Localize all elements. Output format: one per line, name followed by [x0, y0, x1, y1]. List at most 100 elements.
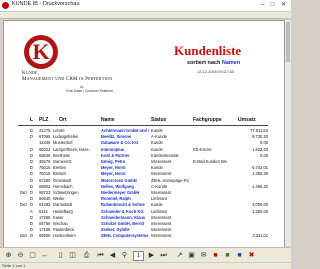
cell-fach: E-Mail Kunden Wo — [193, 159, 228, 164]
cell-x: Dez — [20, 233, 28, 239]
scrollbar-thumb[interactable] — [286, 22, 290, 62]
close-icon[interactable]: ✕ — [279, 1, 288, 9]
report-title: Kundenliste — [174, 43, 242, 58]
cell-l: D — [30, 227, 33, 233]
cell-status: Interessent — [151, 227, 172, 233]
cell-status: A-Kunde — [151, 134, 167, 140]
cell-l: D — [30, 233, 33, 239]
fit-width-icon[interactable]: ↔ — [40, 251, 49, 260]
cell-umsatz: 77.611,84 — [250, 128, 268, 133]
cell-plz: 04758 — [39, 221, 51, 226]
table-row: D 17268 Kaver Schneidermann, Klaus Interesse… — [4, 215, 284, 221]
cell-umsatz: 2.311,01 — [252, 233, 268, 239]
cell-status: Interessent — [151, 233, 172, 239]
cell-plz: 64283 — [39, 202, 51, 208]
cell-status: Interessent — [151, 159, 172, 164]
first-page-icon[interactable]: ⏮ — [96, 251, 105, 260]
cell-umsatz: 0,00 — [260, 152, 268, 158]
cell-name: Schneidermann, Klaus — [101, 214, 146, 220]
cell-name: Rommel, Ralph — [101, 196, 131, 202]
cell-status: C-Kunde — [151, 183, 168, 189]
cell-status: Kunde — [151, 140, 163, 146]
byline-line2: Einzl Daten / Customer Relations — [66, 88, 113, 93]
cell-status: Kunde — [151, 128, 163, 133]
cell-ort: Damenetz — [53, 159, 72, 164]
cell-l: D — [30, 221, 33, 226]
cell-ort: Darmstadt — [53, 202, 72, 208]
cell-umsatz: 4.250,00 — [252, 208, 268, 214]
sort-key: Namen — [221, 60, 241, 66]
cell-status: Interessent — [151, 171, 172, 177]
app-icon — [2, 2, 9, 9]
close-preview-icon[interactable]: ✖ — [247, 251, 256, 260]
cell-status: Interessent — [151, 221, 172, 226]
print-icon[interactable]: ⎙ — [82, 251, 91, 260]
cell-umsatz: 1.355,30 — [252, 171, 268, 177]
cell-name: ZEHL Computersysteme — [101, 233, 149, 239]
vertical-scrollbar[interactable] — [285, 20, 291, 246]
company-logo: K — [24, 35, 58, 69]
next-page-icon[interactable]: ▶ — [147, 251, 156, 260]
cell-x: Dez — [20, 190, 28, 195]
export-icon[interactable]: ↗ — [175, 251, 184, 260]
cell-l: A — [30, 208, 33, 214]
cell-plz: 17168 — [39, 227, 51, 233]
maximize-icon[interactable]: □ — [268, 1, 277, 9]
table-row: D 75015 Bretten Meyer, Horst Kunde 5.742,01 — [4, 165, 284, 171]
cell-plz: 66640 — [39, 196, 51, 202]
cell-l: D — [30, 183, 33, 189]
cell-ort: Ludwigshafen — [53, 134, 79, 140]
table-row: D 04758 Nischau Schulze GmbH, Bernd Interess… — [4, 221, 284, 227]
save-icon[interactable]: ▣ — [187, 251, 196, 260]
cell-umsatz: 1.460,20 — [252, 183, 268, 189]
two-pages-icon[interactable]: ◫ — [68, 251, 77, 260]
cell-ort: Bretten — [53, 171, 67, 177]
page-number-input[interactable]: 1 — [133, 251, 144, 261]
cell-name: Nelles, Wolfgang — [101, 183, 134, 189]
cell-status: Kunde — [151, 165, 163, 171]
page-search-icon[interactable]: ⚲ — [120, 251, 129, 260]
cell-status: Kunde — [151, 202, 163, 208]
top-toolbar — [0, 12, 291, 19]
byline: by Einzl Daten / Customer Relations — [66, 85, 113, 93]
zoom-out-icon[interactable]: ⊖ — [16, 251, 25, 260]
logo-letter: K — [29, 40, 53, 64]
cell-ort: Lehrte — [53, 128, 65, 133]
table-row: D 67065 Ludwigshafen Beelitz, Simone A-Kunde… — [4, 134, 284, 140]
single-page-icon[interactable]: ▯ — [56, 251, 65, 260]
cell-plz: 68723 — [39, 190, 51, 195]
cell-plz: 75015 — [39, 171, 51, 177]
cell-l: D — [30, 171, 33, 177]
cell-status: Lieferant — [151, 196, 167, 202]
table-row: D 31275Lehrte Achtermann GmbH und Co.Kunde… — [4, 128, 284, 134]
pdf-icon[interactable]: ■ — [211, 251, 220, 260]
minimize-icon[interactable]: – — [258, 1, 267, 9]
cell-l: D — [30, 202, 33, 208]
cell-name: König, Petra — [101, 159, 126, 164]
col-umsatz: Umsatz — [238, 117, 256, 123]
tagline-line2: Management und CRM in Perfektion — [22, 77, 113, 82]
email-icon[interactable]: ✉ — [199, 251, 208, 260]
table-row: Dez D 69506 Hockenheim ZEHL Computersysteme I… — [4, 233, 284, 239]
excel-icon[interactable]: ■ — [223, 251, 232, 260]
cell-name: Dataware & Co. KG — [101, 140, 139, 146]
zoom-in-icon[interactable]: ⊕ — [4, 251, 13, 260]
cell-status: Kunde — [151, 146, 163, 152]
col-status: Status — [151, 117, 167, 123]
cell-name: Beelitz, Simone — [101, 134, 132, 140]
col-fachgruppe: Fachgruppe — [193, 117, 222, 123]
cell-name: Meyer, Horst — [101, 165, 126, 171]
previous-page-icon[interactable]: ◀ — [108, 251, 117, 260]
preview-toolbar: ⊕ ⊖ ▢ ↔ ▯ ◫ ⎙ ⏮ ◀ ⚲ 1 ▶ ⏭ ↗ ▣ ✉ ■ ■ ■ ✖ — [0, 247, 291, 262]
last-page-icon[interactable]: ⏭ — [159, 251, 168, 260]
table-header: L PLZ Ort Name Status Fachgruppe Umsatz — [4, 117, 284, 125]
fit-page-icon[interactable]: ▢ — [28, 251, 37, 260]
cell-ort: Musterdorf — [53, 140, 73, 146]
cell-plz: 35579 — [39, 159, 51, 164]
word-icon[interactable]: ■ — [235, 251, 244, 260]
cell-plz: 67280 — [39, 177, 51, 183]
table-row: D 66640 Weiler Rommel, Ralph Lieferant — [4, 196, 284, 202]
cell-ort: Weiler — [53, 196, 65, 202]
report-timestamp: 12.12.2016 09:27:38 — [197, 69, 234, 74]
cell-l: D — [30, 146, 33, 152]
